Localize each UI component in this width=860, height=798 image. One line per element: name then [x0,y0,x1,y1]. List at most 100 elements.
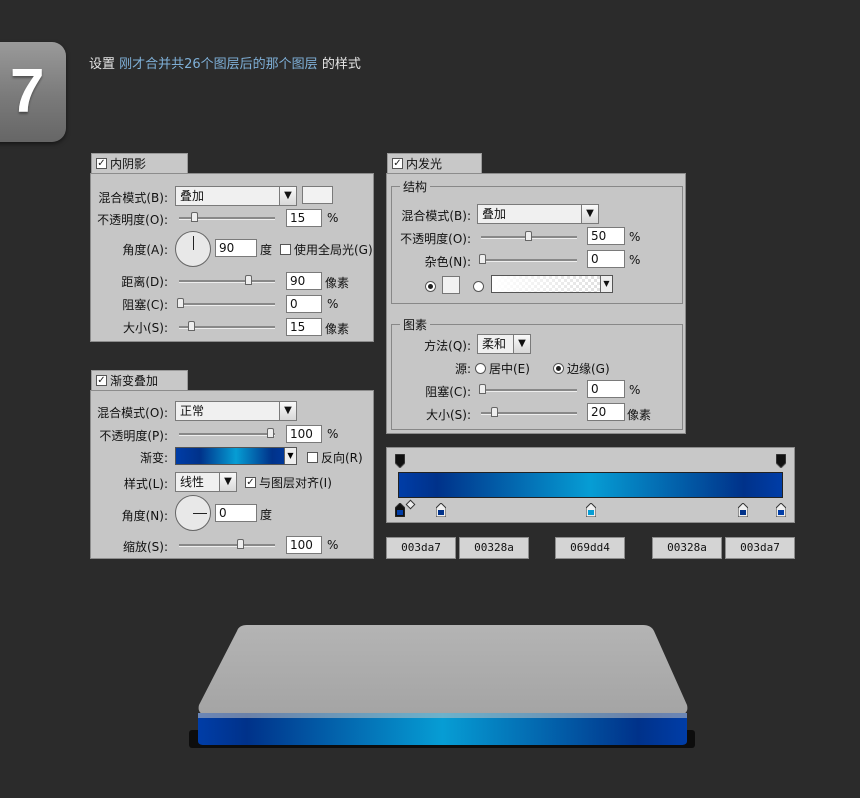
source-edge-radio[interactable] [553,363,564,374]
slider-thumb[interactable] [237,539,244,549]
opacity-label: 不透明度(O): [97,213,168,227]
page-heading: 设置 刚才合并共26个图层后的那个图层 的样式 [89,53,361,72]
solid-color-radio[interactable] [425,279,436,293]
chevron-down-icon: ▼ [219,473,236,491]
choke-label: 阻塞(C): [122,298,168,312]
size-input[interactable]: 20 [587,403,625,421]
opacity-stop-left[interactable] [394,453,406,469]
gradient-radio[interactable] [473,279,484,293]
color-stop[interactable] [775,502,787,518]
angle-unit: 度 [260,243,273,257]
style-value: 线性 [180,475,205,489]
color-stop[interactable] [737,502,749,518]
choke-slider[interactable] [479,384,577,394]
inner-glow-panel: 结构 混合模式(B): 叠加 ▼ 不透明度(O): 50 % 杂色(N): 0 %… [386,173,686,434]
scale-input[interactable]: 100 [286,536,322,554]
opacity-input[interactable]: 15 [286,209,322,227]
midpoint-diamond[interactable] [405,499,416,510]
choke-unit: % [327,297,339,311]
choke-slider[interactable] [177,298,275,308]
tab-inner-shadow[interactable]: ✓ 内阴影 [91,153,188,173]
blend-mode-label: 混合模式(B): [98,191,168,205]
blend-mode-select[interactable]: 叠加 ▼ [175,186,297,206]
opacity-unit: % [629,230,641,244]
opacity-input[interactable]: 100 [286,425,322,443]
distance-slider[interactable] [179,275,275,285]
distance-input[interactable]: 90 [286,272,322,290]
scale-slider[interactable] [179,539,275,549]
chevron-down-icon[interactable]: ▼ [284,448,296,464]
opacity-slider[interactable] [179,212,275,222]
global-light-option[interactable]: 使用全局光(G) [280,241,373,258]
inner-glow-title: 内发光 [406,157,443,171]
size-unit: 像素 [325,322,350,336]
tab-inner-glow[interactable]: ✓ 内发光 [387,153,482,173]
inner-shadow-checkbox[interactable]: ✓ [96,158,107,169]
noise-input[interactable]: 0 [587,250,625,268]
inner-glow-checkbox[interactable]: ✓ [392,158,403,169]
glow-gradient-picker[interactable]: ▼ [491,275,613,293]
tab-gradient-overlay[interactable]: ✓ 渐变叠加 [91,370,188,390]
opacity-stop-right[interactable] [775,453,787,469]
angle-label: 角度(N): [121,509,168,523]
slider-thumb[interactable] [491,407,498,417]
color-stop[interactable] [585,502,597,518]
align-checkbox[interactable]: ✓ [245,477,256,488]
inner-shadow-title: 内阴影 [110,157,147,171]
glow-color-swatch[interactable] [442,276,460,294]
technique-value: 柔和 [482,337,507,351]
global-light-checkbox[interactable] [280,244,291,255]
noise-slider[interactable] [479,254,577,264]
angle-input[interactable]: 90 [215,239,257,257]
gradient-overlay-checkbox[interactable]: ✓ [96,375,107,386]
slider-thumb[interactable] [191,212,198,222]
size-slider[interactable] [179,321,275,331]
angle-input[interactable]: 0 [215,504,257,522]
align-option[interactable]: ✓ 与图层对齐(I) [245,474,332,491]
gradient-picker[interactable]: ▼ [175,447,297,465]
source-center-radio[interactable] [475,363,486,374]
slider-thumb[interactable] [525,231,532,241]
opacity-input[interactable]: 50 [587,227,625,245]
slider-thumb[interactable] [267,428,274,438]
heading-highlight: 刚才合并共26个图层后的那个图层 [119,57,318,72]
technique-select[interactable]: 柔和 ▼ [477,334,531,354]
choke-input[interactable]: 0 [587,380,625,398]
choke-input[interactable]: 0 [286,295,322,313]
slider-thumb[interactable] [245,275,252,285]
slider-thumb[interactable] [188,321,195,331]
blend-mode-select[interactable]: 正常 ▼ [175,401,297,421]
size-unit: 像素 [627,408,652,422]
reverse-checkbox[interactable] [307,452,318,463]
gradient-overlay-panel: 混合模式(O): 正常 ▼ 不透明度(P): 100 % 渐变: ▼ 反向(R) … [90,390,374,559]
angle-dial[interactable] [175,231,211,267]
slider-thumb[interactable] [177,298,184,308]
angle-unit: 度 [260,508,273,522]
reverse-option[interactable]: 反向(R) [307,449,363,466]
blend-mode-select[interactable]: 叠加 ▼ [477,204,599,224]
source-center-option[interactable]: 居中(E) [475,360,530,377]
color-stop[interactable] [435,502,447,518]
stop-hex-label: 003da7 [725,537,795,559]
blend-mode-value: 叠加 [482,207,507,221]
size-slider[interactable] [481,407,577,417]
slider-thumb[interactable] [479,254,486,264]
shadow-color-swatch[interactable] [302,186,333,204]
chevron-down-icon[interactable]: ▼ [600,276,612,292]
choke-label: 阻塞(C): [425,385,471,399]
stop-hex-label: 00328a [652,537,722,559]
blend-mode-label: 混合模式(B): [401,209,471,223]
opacity-slider[interactable] [481,231,577,241]
gradient-bar[interactable] [398,472,783,498]
chevron-down-icon: ▼ [279,402,296,420]
source-edge-option[interactable]: 边缘(G) [553,360,610,377]
heading-prefix: 设置 [89,57,120,72]
style-select[interactable]: 线性 ▼ [175,472,237,492]
color-stop[interactable] [394,502,406,518]
slider-thumb[interactable] [479,384,486,394]
opacity-slider[interactable] [179,428,275,438]
size-input[interactable]: 15 [286,318,322,336]
gradient-editor [386,447,795,523]
stop-hex-label: 069dd4 [555,537,625,559]
angle-dial[interactable] [175,495,211,531]
